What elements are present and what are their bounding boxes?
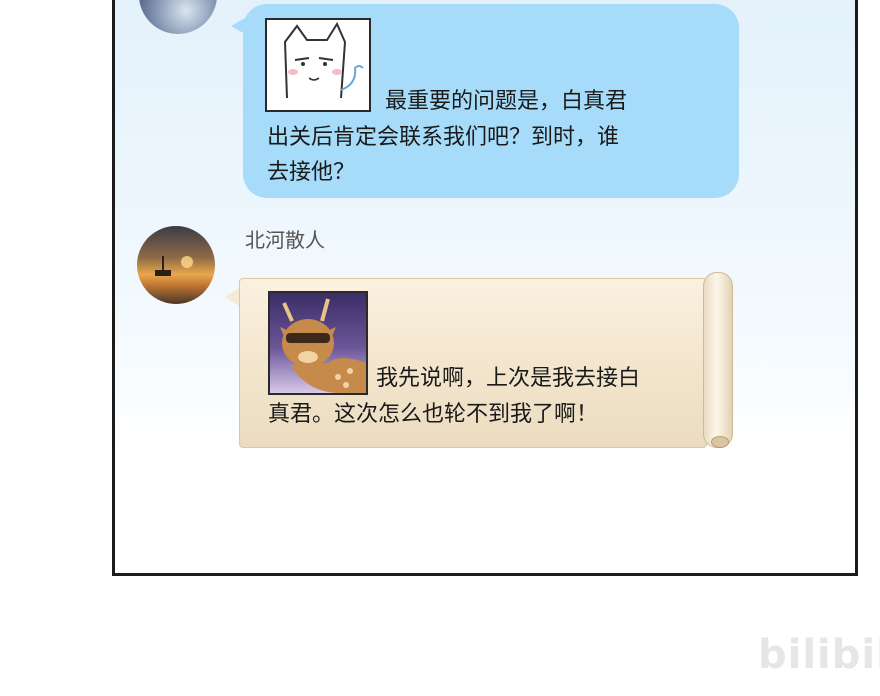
- message-text-line: 真君。这次怎么也轮不到我了啊！: [268, 402, 599, 427]
- avatar-sunset: [137, 226, 215, 304]
- scroll-paper: 我先说啊，上次是我去接白 真君。这次怎么也轮不到我了啊！: [239, 278, 707, 448]
- message-text-line: 去接他？: [267, 160, 356, 185]
- deer-sticker-icon: [268, 291, 368, 395]
- chat-bubble-blue: 最重要的问题是，白真君 出关后肯定会联系我们吧？到时，谁 去接他？: [231, 4, 739, 198]
- scroll-tail: [225, 288, 239, 306]
- username-label: 北河散人: [245, 228, 325, 252]
- message-text-line: 我先说啊，上次是我去接白: [376, 366, 641, 391]
- message-text-line: 出关后肯定会联系我们吧？到时，谁: [267, 125, 620, 150]
- scroll-bubble: 我先说啊，上次是我去接白 真君。这次怎么也轮不到我了啊！: [225, 272, 739, 450]
- avatar-top: [139, 0, 217, 34]
- cat-sticker-icon: [265, 18, 371, 112]
- scroll-roll-end: [711, 436, 729, 448]
- scroll-roll: [703, 272, 733, 448]
- comic-panel: 最重要的问题是，白真君 出关后肯定会联系我们吧？到时，谁 去接他？ 北河散人 我…: [112, 0, 858, 576]
- message-text-line: 最重要的问题是，白真君: [385, 89, 628, 114]
- bilibili-watermark: bilibili: [758, 632, 880, 678]
